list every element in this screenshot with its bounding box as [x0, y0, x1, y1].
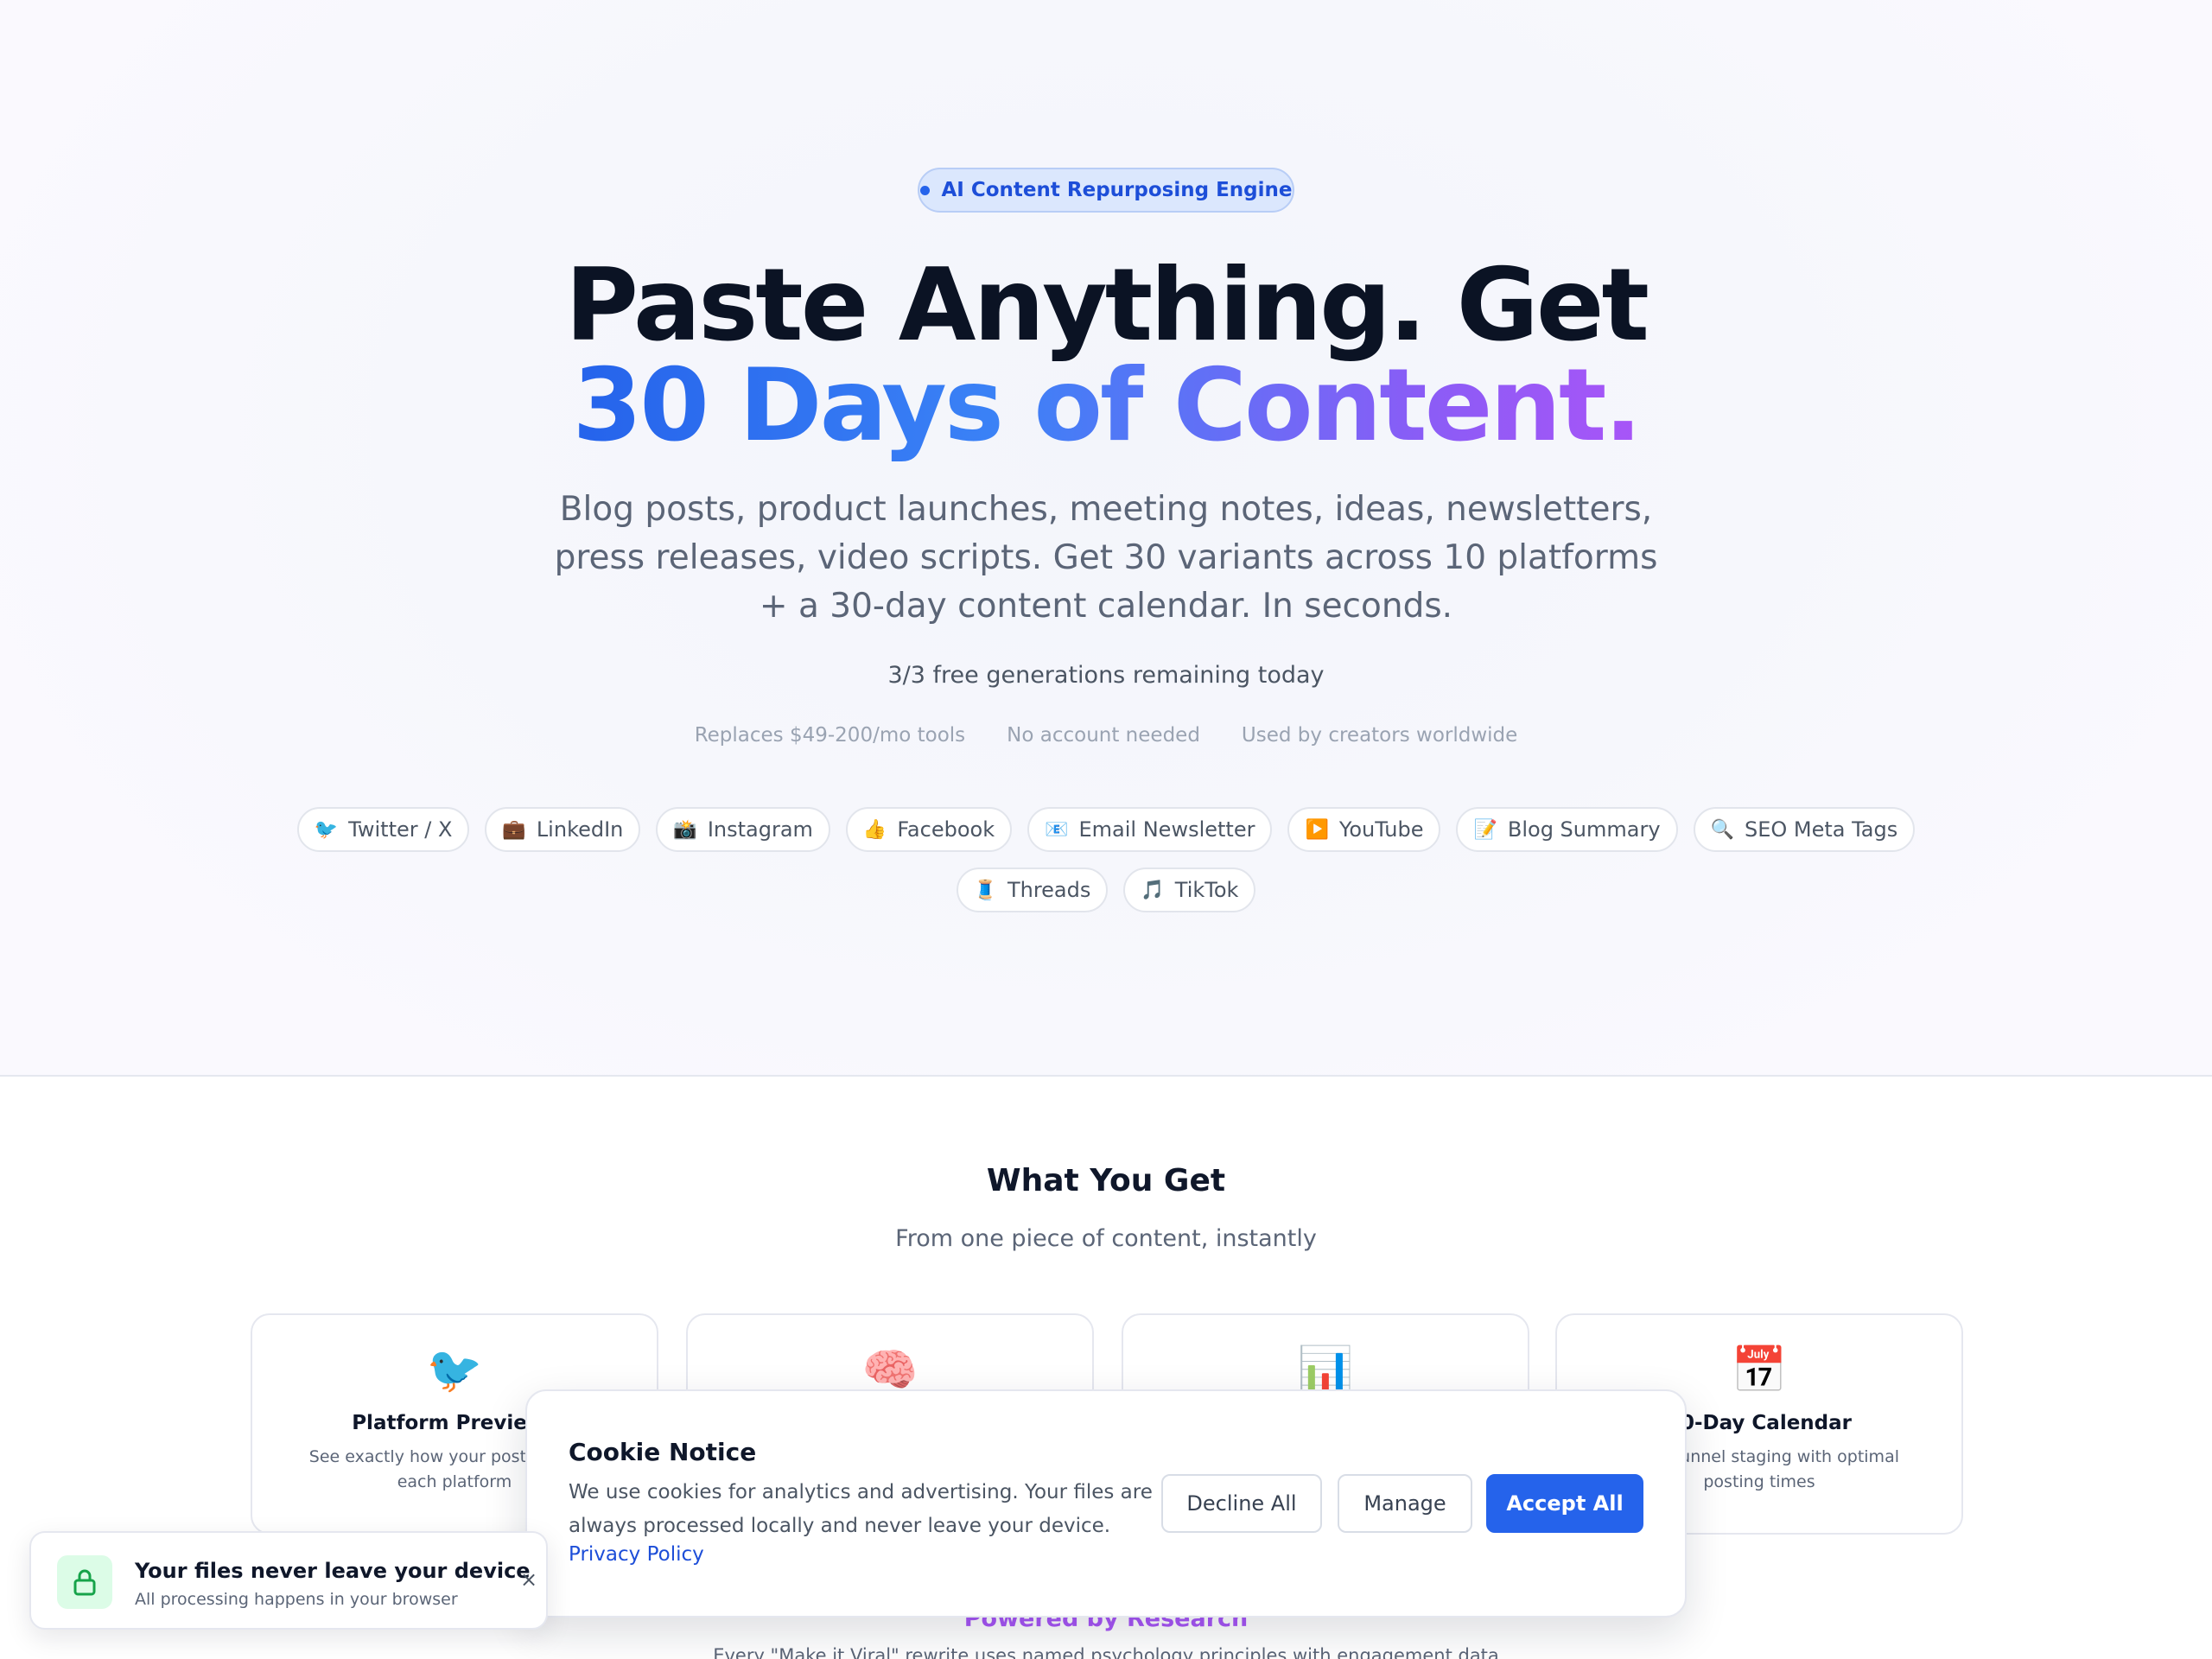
- toast-subtitle: All processing happens in your browser: [135, 1590, 458, 1609]
- close-icon[interactable]: ×: [520, 1567, 537, 1592]
- hero-subtitle: Blog posts, product launches, meeting no…: [554, 490, 1658, 626]
- music-note-icon: 🎵: [1141, 879, 1165, 901]
- section-title: What You Get: [986, 1163, 1226, 1198]
- chip-email-newsletter[interactable]: 📧 Email Newsletter: [1027, 807, 1273, 852]
- fact-item: Replaces $49-200/mo tools: [694, 724, 966, 747]
- envelope-icon: 📧: [1045, 818, 1069, 841]
- cookie-title: Cookie Notice: [569, 1438, 757, 1466]
- bar-chart-icon: 📊: [1297, 1344, 1354, 1396]
- thumbs-up-icon: 👍: [862, 818, 887, 841]
- badge-label: AI Content Repurposing Engine: [941, 179, 1293, 201]
- chip-blog-summary[interactable]: 📝 Blog Summary: [1456, 807, 1678, 852]
- section-subtitle: From one piece of content, instantly: [895, 1225, 1317, 1252]
- chip-linkedin[interactable]: 💼 LinkedIn: [485, 807, 641, 852]
- chip-instagram[interactable]: 📸 Instagram: [656, 807, 830, 852]
- cookie-body: We use cookies for analytics and adverti…: [569, 1481, 1153, 1537]
- chip-twitter[interactable]: 🐦 Twitter / X: [296, 807, 470, 852]
- privacy-toast: Your files never leave your device All p…: [29, 1531, 548, 1630]
- brain-icon: 🧠: [861, 1344, 918, 1396]
- platform-chips: 🐦 Twitter / X 💼 LinkedIn 📸 Instagram 👍 F…: [259, 807, 1953, 912]
- magnifier-icon: 🔍: [1710, 818, 1734, 841]
- fact-item: No account needed: [1007, 724, 1200, 747]
- chip-seo-meta-tags[interactable]: 🔍 SEO Meta Tags: [1693, 807, 1916, 852]
- hero-section: AI Content Repurposing Engine Paste Anyt…: [0, 0, 2212, 1077]
- headline-gradient-text: 30 Days of Content.: [572, 347, 1642, 464]
- chip-threads[interactable]: 🧵 Threads: [956, 868, 1109, 912]
- headline-line-1: Paste Anything. Get: [565, 247, 1649, 364]
- chip-label: TikTok: [1174, 878, 1239, 902]
- cookie-banner: Cookie Notice We use cookies for analyti…: [525, 1389, 1687, 1618]
- chip-label: Facebook: [897, 817, 995, 842]
- chip-label: Twitter / X: [348, 817, 453, 842]
- generations-remaining: 3/3 free generations remaining today: [887, 662, 1325, 689]
- manage-button[interactable]: Manage: [1338, 1474, 1472, 1533]
- chip-label: LinkedIn: [536, 817, 624, 842]
- chip-label: SEO Meta Tags: [1744, 817, 1898, 842]
- chip-label: Blog Summary: [1507, 817, 1661, 842]
- thread-spool-icon: 🧵: [973, 879, 997, 901]
- memo-icon: 📝: [1473, 818, 1497, 841]
- hero-badge: AI Content Repurposing Engine: [918, 168, 1294, 213]
- chip-label: YouTube: [1338, 817, 1424, 842]
- decline-all-button[interactable]: Decline All: [1161, 1474, 1322, 1533]
- play-icon: ▶️: [1305, 818, 1329, 841]
- chip-youtube[interactable]: ▶️ YouTube: [1287, 807, 1441, 852]
- chip-facebook[interactable]: 👍 Facebook: [845, 807, 1013, 852]
- privacy-policy-link[interactable]: Privacy Policy: [569, 1543, 704, 1566]
- bird-icon: 🐦: [426, 1344, 483, 1396]
- calendar-icon: 📅: [1731, 1344, 1788, 1396]
- chip-label: Instagram: [707, 817, 813, 842]
- accept-all-button[interactable]: Accept All: [1486, 1474, 1643, 1533]
- briefcase-icon: 💼: [502, 818, 526, 841]
- fact-item: Used by creators worldwide: [1241, 724, 1518, 747]
- hero-facts: Replaces $49-200/mo tools No account nee…: [0, 724, 2212, 747]
- camera-icon: 📸: [673, 818, 697, 841]
- bird-icon: 🐦: [314, 818, 339, 841]
- chip-tiktok[interactable]: 🎵 TikTok: [1123, 868, 1256, 912]
- toast-title: Your files never leave your device: [135, 1559, 531, 1583]
- badge-dot: [919, 185, 930, 195]
- lock-icon: [57, 1555, 112, 1609]
- chip-label: Threads: [1007, 878, 1091, 902]
- headline-line-2: 30 Days of Content.: [0, 356, 2212, 456]
- chip-label: Email Newsletter: [1078, 817, 1255, 842]
- research-text: Every "Make it Viral" rewrite uses named…: [713, 1645, 1499, 1659]
